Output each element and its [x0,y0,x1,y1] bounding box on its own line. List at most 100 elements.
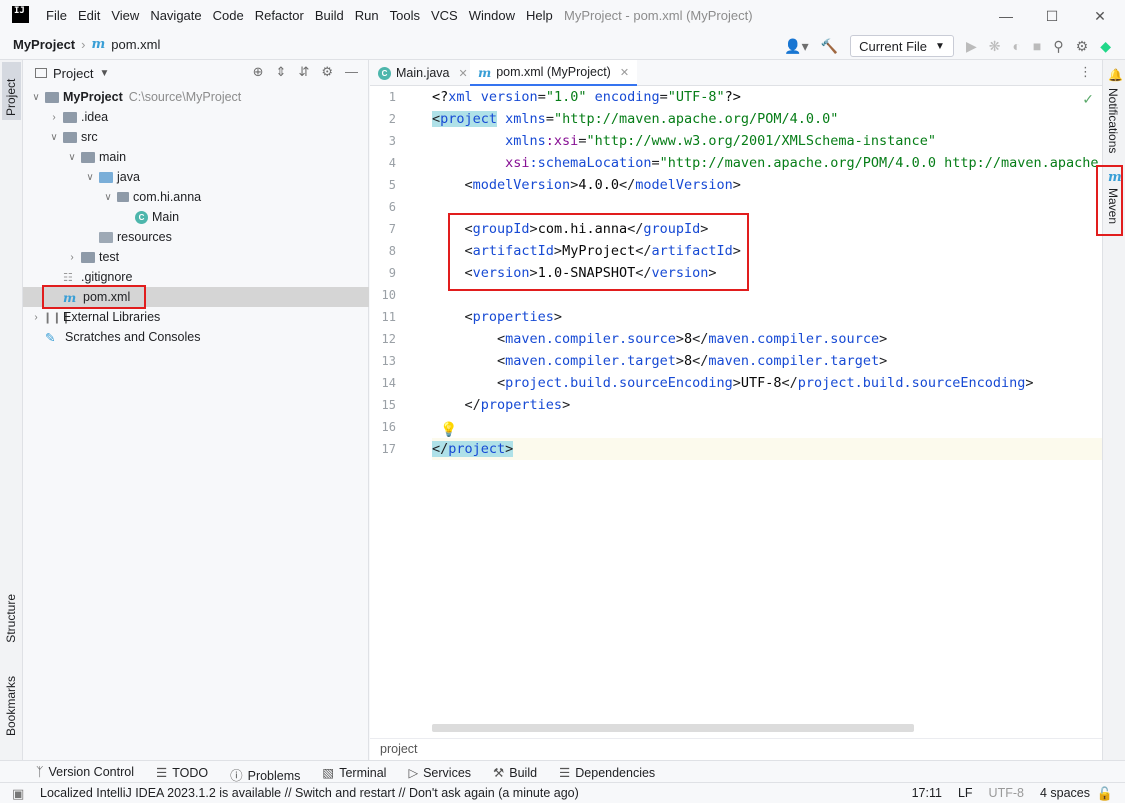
horizontal-scrollbar[interactable] [432,724,914,732]
project-tool-tab[interactable]: Project [2,62,21,120]
chevron-right-icon[interactable]: › [65,252,79,263]
chevron-down-icon[interactable]: ∨ [65,152,79,163]
tool-label: Dependencies [575,766,656,780]
tree-label: com.hi.anna [133,190,202,204]
tool-window-bar: ᛉ Version Control ☰ TODO ⓘ Problems ▧ Termin… [0,760,1125,783]
menu-vcs[interactable]: VCS [431,8,458,23]
menu-view[interactable]: View [111,8,139,23]
tree-item-resources[interactable]: resources [23,227,369,247]
chevron-down-icon[interactable]: ∨ [29,92,43,103]
code-line-15: </properties> [432,397,571,413]
bookmarks-tool-tab[interactable]: Bookmarks [2,672,20,740]
gear-icon[interactable]: ⚙ [1076,38,1089,55]
user-icon[interactable]: 👤▾ [784,38,808,55]
collapse-all-icon[interactable]: ⇵ [298,64,309,80]
project-view-title[interactable]: Project [53,66,93,81]
tree-item-external-libraries[interactable]: › ❙❙❙ External Libraries [23,307,369,327]
tree-label: .gitignore [81,270,133,284]
bell-icon[interactable]: 🔔 [1108,68,1123,82]
menu-edit[interactable]: Edit [78,8,100,23]
tree-label: resources [117,230,172,244]
gitignore-file-icon: ☷ [63,271,73,284]
menu-navigate[interactable]: Navigate [150,8,201,23]
breadcrumb-project[interactable]: MyProject [13,37,75,52]
folder-icon [81,251,95,263]
terminal-icon: ▧ [322,766,335,780]
file-encoding[interactable]: UTF-8 [989,786,1024,800]
chevron-down-icon[interactable]: ∨ [101,192,115,203]
branch-icon: ᛉ [36,765,44,779]
line-number: 14 [381,376,396,390]
caret-position[interactable]: 17:11 [912,786,942,800]
project-tool-label: Project [4,78,18,116]
menu-help[interactable]: Help [526,8,553,23]
project-panel-tools: ⊕ ⇕ ⇵ ⚙ — [253,64,358,80]
notifications-tool-tab[interactable]: Notifications [1106,88,1120,153]
build-hammer-icon[interactable]: 🔨 [821,38,838,55]
panel-toggle-icon[interactable]: ▣ [12,786,24,802]
debug-icon[interactable]: ❋ [989,38,1001,55]
locate-icon[interactable]: ⊕ [253,64,264,80]
menu-window[interactable]: Window [469,8,515,23]
tree-item-idea[interactable]: › .idea [23,107,369,127]
tree-item-main[interactable]: ∨ main [23,147,369,167]
chevron-down-icon[interactable]: ∨ [83,172,97,183]
chevron-right-icon[interactable]: › [47,112,61,123]
minimize-button[interactable]: — [983,3,1029,29]
line-gutter: 1 2 3 4 5 6 7 8 9 10 11 12 13 14 15 16 1… [370,86,432,738]
close-window-button[interactable]: ✕ [1077,3,1123,29]
hide-icon[interactable]: — [345,64,358,80]
line-number: 8 [388,244,396,258]
code-editor[interactable]: 1 2 3 4 5 6 7 8 9 10 11 12 13 14 15 16 1… [370,86,1115,738]
indent-setting[interactable]: 4 spaces [1040,786,1090,800]
menu-refactor[interactable]: Refactor [255,8,304,23]
editor-breadcrumb[interactable]: project [370,738,1102,760]
intellij-logo-icon[interactable]: IJ _ [12,6,29,25]
tab-label: Main.java [396,66,450,80]
chevron-down-icon[interactable]: ▼ [99,68,109,79]
tool-label: TODO [172,766,209,780]
line-separator[interactable]: LF [958,786,973,800]
lock-icon[interactable]: 🔓 [1097,786,1113,802]
tool-label: Build [509,766,538,780]
close-icon[interactable]: ✕ [459,67,468,80]
status-message[interactable]: Localized IntelliJ IDEA 2023.1.2 is avai… [40,786,579,800]
title-bar: IJ _ File Edit View Navigate Code Refacto… [0,0,1125,32]
warning-icon: ⓘ [230,769,243,783]
tree-item-gitignore[interactable]: ☷ .gitignore [23,267,369,287]
tree-item-src[interactable]: ∨ src [23,127,369,147]
coverage-icon[interactable]: ◐ [1012,38,1020,54]
gear-icon[interactable]: ⚙ [321,64,333,80]
chevron-right-icon[interactable]: › [29,312,43,323]
code-area[interactable]: <?xml version="1.0" encoding="UTF-8"?> <… [432,86,1115,738]
menu-code[interactable]: Code [213,8,244,23]
menu-file[interactable]: File [46,8,67,23]
tree-item-main-class[interactable]: C Main [23,207,369,227]
tab-main-java[interactable]: C Main.java ✕ [370,60,476,86]
line-number: 12 [381,332,396,346]
menu-run[interactable]: Run [355,8,379,23]
tab-pom-xml[interactable]: m pom.xml (MyProject) ✕ [470,60,638,86]
tree-item-scratches[interactable]: ✎ Scratches and Consoles [23,327,369,347]
structure-tool-tab[interactable]: Structure [2,590,20,647]
tree-item-test[interactable]: › test [23,247,369,267]
expand-all-icon[interactable]: ⇕ [276,64,287,80]
more-vertical-icon[interactable]: ⋮ [1079,64,1092,80]
menu-build[interactable]: Build [315,8,344,23]
run-icon[interactable]: ▶ [966,38,977,55]
chevron-down-icon[interactable]: ∨ [47,132,61,143]
tree-item-java[interactable]: ∨ java [23,167,369,187]
maximize-button[interactable]: ☐ [1029,3,1075,29]
menu-tools[interactable]: Tools [390,8,420,23]
breadcrumb-file[interactable]: pom.xml [111,37,160,52]
search-icon[interactable]: ⚲ [1053,38,1063,55]
jetbrains-logo-icon[interactable]: ◆ [1100,38,1111,55]
stop-icon[interactable]: ■ [1033,38,1041,54]
close-icon[interactable]: ✕ [620,66,629,79]
tree-item-myproject[interactable]: ∨ MyProject C:\source\MyProject [23,87,369,107]
line-number: 2 [388,112,396,126]
code-line-5: <modelVersion>4.0.0</modelVersion> [432,177,741,193]
maven-file-icon: m [91,37,106,52]
tree-item-package[interactable]: ∨ com.hi.anna [23,187,369,207]
run-config-dropdown[interactable]: Current File ▼ [850,35,954,57]
